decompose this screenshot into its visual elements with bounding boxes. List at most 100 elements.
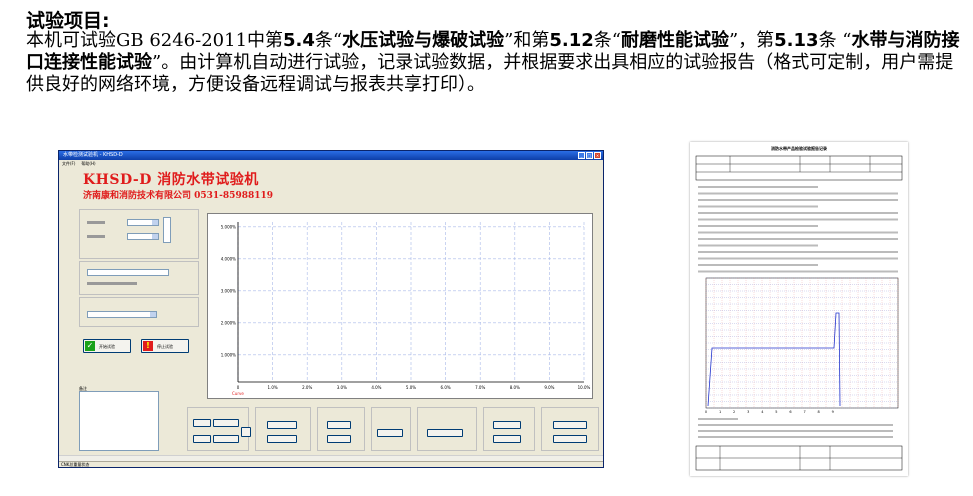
text-line: [698, 418, 738, 420]
text-line: [698, 199, 898, 201]
description-paragraph: 本机可试验GB 6246-2011中第5.4条“水压试验与爆破试验”和第5.12…: [26, 30, 966, 96]
text-line: [698, 251, 898, 253]
small-button: [553, 435, 587, 443]
select-box: [127, 219, 159, 226]
text-line: [698, 270, 898, 273]
window-title: 水带检测试验机 - KHSD-D: [63, 152, 123, 158]
small-button: [493, 421, 521, 429]
text-run: ”，第: [728, 30, 775, 51]
text-line: [698, 424, 893, 426]
chevron-down-icon: [152, 234, 158, 239]
text-field: [87, 269, 169, 276]
text-run: ”。由计算机自动进行试验，记录试验数据，并根据要求出具相应的试验报告（格式可定制…: [26, 52, 954, 95]
text-run: 条“: [593, 30, 621, 51]
label-placeholder: [87, 221, 105, 224]
button-group: [541, 407, 599, 451]
x-tick-label: 7.0%: [475, 385, 485, 390]
small-button: [327, 435, 351, 443]
y-tick-label: 3.000%: [221, 288, 236, 293]
select-box: [87, 311, 157, 318]
test-report-image: 消防水带产品检验试验报告记录 0123456789: [690, 142, 908, 476]
small-button: [553, 421, 587, 429]
software-screenshot: 水带检测试验机 - KHSD-D _ □ × 文件(F) 帮助(H) KHSD-D 消…: [58, 150, 604, 468]
small-button: [241, 427, 251, 437]
info-table: [695, 155, 903, 181]
text-run: 条“: [314, 30, 343, 51]
minimize-icon: _: [578, 152, 585, 159]
menubar: 文件(F) 帮助(H): [59, 160, 603, 167]
close-icon: ×: [594, 152, 601, 159]
clause-number: 5.13: [774, 30, 819, 51]
curve-grid: 0 1.0% 2.0% 3.0% 4.0% 5.0% 6.0% 7.0% 8.0% 9.0% 10.…: [221, 222, 591, 396]
report-x-tick-label: 5: [775, 410, 777, 414]
x-tick-label: 1.0%: [268, 385, 278, 390]
button-group: [255, 407, 311, 451]
text-line: [698, 430, 893, 432]
clause-number: 5.4: [283, 30, 315, 51]
x-tick-label: 3.0%: [337, 385, 347, 390]
report-x-tick-label: 2: [733, 410, 735, 414]
button-group: [317, 407, 365, 451]
chevron-down-icon: [152, 220, 158, 225]
x-tick-label: 4.0%: [371, 385, 381, 390]
y-tick-label: 1.000%: [221, 352, 236, 357]
menu-file: 文件(F): [62, 161, 76, 166]
button-group: [483, 407, 535, 451]
text-line: [698, 244, 818, 247]
section-heading: 试验项目:: [26, 10, 110, 32]
label-placeholder: [87, 282, 137, 285]
small-button: [193, 419, 211, 427]
text-run: ”和第: [504, 30, 550, 51]
logo-title: KHSD-D 消防水带试验机: [83, 172, 259, 188]
control-panel: ✓ 开始试验 ! 停止试验: [79, 207, 201, 397]
x-tick-label: 6.0%: [441, 385, 451, 390]
report-x-tick-label: 7: [803, 410, 805, 414]
small-button: [193, 435, 211, 443]
x-tick-label: 8.0%: [510, 385, 520, 390]
group-box: [79, 261, 199, 295]
text-run: 本机可试验GB 6246-2011中第: [26, 30, 284, 51]
small-button: [327, 421, 351, 429]
text-line: [698, 192, 898, 195]
small-button: [493, 435, 521, 443]
logo-company: 济南康和消防技术有限公司 0531-85988119: [83, 191, 274, 201]
report-x-tick-label: 3: [747, 410, 749, 414]
button-group: [187, 407, 249, 451]
remarks-box: [79, 391, 159, 451]
select-box: [127, 233, 159, 240]
y-tick-label: 2.000%: [221, 320, 236, 325]
x-tick-label: 10.0%: [578, 385, 591, 390]
start-test-label: 开始试验: [99, 344, 115, 349]
x-tick-label: 0: [237, 385, 240, 390]
small-button: [267, 421, 297, 429]
chevron-down-icon: [150, 312, 156, 317]
y-tick-label: 4.000%: [221, 256, 236, 261]
small-button: [213, 435, 239, 443]
small-button: [427, 429, 463, 437]
report-x-tick-label: 4: [761, 410, 764, 414]
x-tick-label: 9.0%: [544, 385, 554, 390]
text-run: 条 “: [818, 30, 852, 51]
stop-test-label: 停止试验: [157, 344, 173, 349]
test-name-abrasion: 耐磨性能试验: [620, 30, 729, 51]
report-x-tick-label: 9: [832, 410, 834, 414]
text-line: [698, 257, 898, 260]
axis-caption: Curve: [232, 391, 244, 396]
text-line: [698, 186, 818, 188]
x-tick-label: 2.0%: [302, 385, 312, 390]
label-placeholder: [87, 235, 105, 238]
status-bar: CNK总重量状态: [59, 461, 603, 467]
curve-chart: 0 1.0% 2.0% 3.0% 4.0% 5.0% 6.0% 7.0% 8.0% 9.0% 10.…: [207, 213, 593, 399]
small-button: [213, 419, 239, 427]
menu-help: 帮助(H): [81, 161, 96, 166]
text-line: [698, 225, 818, 227]
small-button: [267, 435, 297, 443]
text-line: [698, 205, 818, 208]
report-body: 0 1 2 3 4 5 6 7 8 9: [695, 155, 903, 471]
text-line: [698, 212, 898, 214]
text-line: [698, 436, 893, 438]
report-x-tick-label: 1: [719, 410, 721, 414]
check-icon: ✓: [85, 341, 95, 351]
y-tick-label: 5.000%: [221, 224, 236, 229]
window-titlebar: 水带检测试验机 - KHSD-D _ □ ×: [59, 151, 603, 160]
